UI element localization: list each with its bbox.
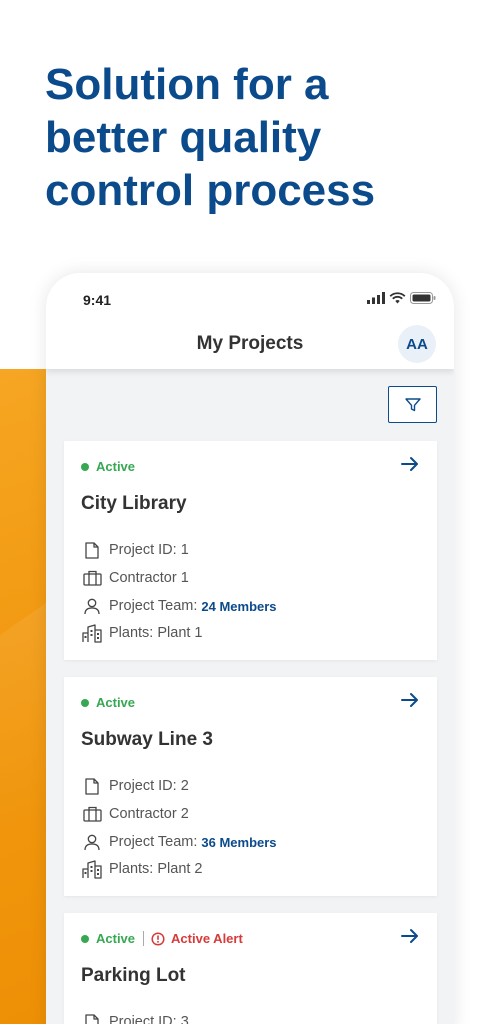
battery-icon [410, 292, 436, 304]
project-status: Active [81, 459, 135, 474]
arrow-right-icon[interactable] [401, 928, 419, 944]
project-name: Parking Lot [81, 965, 186, 986]
status-label: Active [96, 695, 136, 710]
status-bar-time: 9:41 [83, 292, 112, 308]
project-id-row: Project ID: 2 [81, 776, 189, 796]
filter-button[interactable] [388, 386, 437, 423]
contractor-text: Contractor 1 [109, 570, 189, 586]
signal-icon [367, 292, 385, 304]
project-id-row: Project ID: 1 [81, 540, 189, 560]
status-dot [81, 934, 89, 943]
person-icon [84, 834, 100, 850]
team-row: Project Team: 24 Members [81, 596, 277, 616]
alert-circle-icon [151, 931, 165, 946]
marketing-headline: Solution for a better quality control pr… [45, 58, 465, 217]
headline-line-1: Solution for a [45, 60, 329, 109]
document-icon [85, 777, 99, 795]
document-icon [85, 541, 99, 559]
status-dot [81, 462, 89, 471]
factory-icon [82, 859, 102, 879]
arrow-right-icon[interactable] [401, 456, 419, 472]
team-label: Project Team: [109, 598, 198, 614]
status-dot [81, 698, 89, 707]
arrow-right-icon[interactable] [401, 692, 419, 708]
project-id-text: Project ID: 1 [109, 542, 189, 558]
project-id-text: Project ID: 3 [109, 1014, 189, 1024]
team-label: Project Team: [109, 834, 198, 850]
status-divider [143, 931, 145, 946]
status-label: Active [96, 459, 136, 474]
document-icon [85, 1013, 99, 1024]
wifi-icon [389, 292, 406, 304]
status-bar-icons [367, 292, 436, 304]
plants-text: Plants: Plant 2 [109, 861, 203, 877]
screen-title: My Projects [196, 333, 304, 354]
user-avatar[interactable]: AA [398, 325, 436, 363]
contractor-row: Contractor 2 [81, 804, 189, 824]
project-card[interactable]: Active Active Alert Parking Lot Project … [64, 913, 437, 1024]
app-header: 9:41 My Projects AA [46, 273, 454, 369]
project-card[interactable]: Active Subway Line 3 Project ID: 2 Contr… [64, 677, 437, 896]
project-id-text: Project ID: 2 [109, 778, 189, 794]
project-status: Active Active Alert [81, 931, 243, 946]
briefcase-icon [82, 570, 102, 586]
person-icon [84, 598, 100, 614]
plants-row: Plants: Plant 1 [81, 623, 203, 643]
contractor-text: Contractor 2 [109, 806, 189, 822]
project-id-row: Project ID: 3 [81, 1012, 189, 1024]
headline-line-3: control process [45, 166, 376, 215]
filter-icon [404, 397, 421, 411]
status-label: Active [96, 931, 136, 946]
alert-label: Active Alert [171, 931, 243, 946]
phone-mockup: 9:41 My Projects AA Active City Library … [46, 273, 454, 1024]
team-row: Project Team: 36 Members [81, 832, 277, 852]
project-name: Subway Line 3 [81, 729, 213, 750]
team-members-link[interactable]: 36 Members [201, 835, 276, 850]
briefcase-icon [82, 806, 102, 822]
project-name: City Library [81, 493, 187, 514]
project-card[interactable]: Active City Library Project ID: 1 Contra… [64, 441, 437, 660]
contractor-row: Contractor 1 [81, 568, 189, 588]
team-members-link[interactable]: 24 Members [201, 599, 276, 614]
plants-text: Plants: Plant 1 [109, 625, 203, 641]
project-status: Active [81, 695, 135, 710]
factory-icon [82, 623, 102, 643]
plants-row: Plants: Plant 2 [81, 859, 203, 879]
headline-line-2: better quality [45, 113, 322, 162]
